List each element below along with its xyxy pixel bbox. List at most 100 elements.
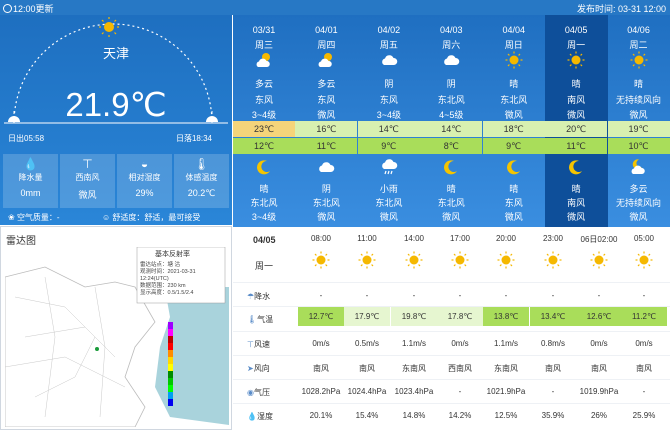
sunrise-time: 日出05:58 bbox=[8, 134, 45, 143]
hourly-humidity-cell: 26% bbox=[590, 411, 607, 420]
forecast-high-temp: 14℃ bbox=[357, 121, 420, 137]
forecast-night-wind-speed: 微风 bbox=[317, 212, 336, 222]
radar-legend-line: 显示高度：0.5/1.5/2.4 bbox=[140, 288, 194, 296]
humidity-label: 💧湿度 bbox=[247, 411, 273, 422]
forecast-day-column[interactable]: 04/06 周二晴无持续风向 微风 19℃ 10℃ 多云 无持续风向 微风 bbox=[607, 15, 670, 227]
tile-value: 20.2℃ bbox=[187, 188, 216, 198]
comfort-icon: ☺ bbox=[102, 213, 113, 222]
hourly-wind-dir-cell: 南风 bbox=[591, 364, 607, 373]
forecast-day-column[interactable]: 04/04 周日晴东北风 微风 18℃ 9℃ 晴东风 微风 bbox=[482, 15, 545, 227]
tile-label: 西南风 bbox=[75, 173, 100, 182]
sun-icon bbox=[405, 251, 423, 269]
hourly-temp-cell: 12.6℃ bbox=[586, 312, 612, 321]
forecast-high-temp: 18℃ bbox=[482, 121, 545, 137]
hourly-weekday: 周一 bbox=[255, 261, 274, 271]
forecast-night-condition: 阴 bbox=[321, 184, 331, 194]
hourly-precip-cell: - bbox=[458, 291, 462, 300]
hourly-temp-cell: 11.2℃ bbox=[632, 312, 656, 321]
sun-icon bbox=[567, 51, 585, 69]
hourly-precip-cell: - bbox=[642, 291, 646, 300]
tile-value: 微风 bbox=[78, 190, 97, 200]
wind-speed-label-text: 风速 bbox=[253, 340, 270, 349]
radar-legend-line: 雷达站点：塘 沽 bbox=[140, 260, 181, 268]
forecast-day-column[interactable]: 03/31 周三 多云 东风 3~4级 23℃ 12℃ 晴东北风 3~4级 bbox=[233, 15, 295, 227]
wind-speed-icon: ⊤ bbox=[247, 340, 254, 349]
forecast-low-temp: 9℃ bbox=[357, 138, 420, 154]
forecast-day-column[interactable]: 04/03 周六阴东北风 4~5级 14℃ 8℃ 晴东北风 微风 bbox=[420, 15, 483, 227]
forecast-day-wind-speed: 微风 bbox=[504, 110, 523, 120]
forecast-day-condition: 晴 bbox=[571, 79, 581, 89]
hourly-wind-speed-cell: 0m/s bbox=[451, 339, 469, 348]
hourly-wind-dir-cell: 南风 bbox=[545, 364, 561, 373]
forecast-weekday: 周三 bbox=[254, 40, 273, 50]
current-temperature: 21.9℃ bbox=[65, 86, 167, 123]
hourly-wind-speed-cell: 0m/s bbox=[635, 339, 653, 348]
hourly-humidity-cell: 35.9% bbox=[541, 411, 565, 420]
forecast-date: 04/04 bbox=[502, 25, 525, 35]
forecast-date: 04/02 bbox=[377, 25, 401, 35]
tile-label: 降水量 bbox=[18, 173, 43, 182]
clock-icon bbox=[3, 4, 12, 13]
forecast-date: 04/05 bbox=[564, 25, 588, 35]
air-quality: ❀ 空气质量：- bbox=[8, 212, 60, 223]
forecast-high-temp: 20℃ bbox=[545, 121, 608, 137]
forecast-night-condition: 晴 bbox=[446, 184, 456, 194]
forecast-day-condition: 晴 bbox=[634, 79, 644, 89]
forecast-night-wind-speed: 3~4级 bbox=[251, 212, 277, 222]
wind-icon: ⊤ bbox=[82, 157, 93, 171]
hourly-pressure-cell: 1023.4hPa bbox=[394, 387, 434, 396]
forecast-day-column[interactable]: 04/02 周五阴东风 3~4级 14℃ 9℃ 小雨 东北风 微风 bbox=[357, 15, 420, 227]
row-divider bbox=[233, 403, 670, 404]
sun-icon bbox=[497, 251, 515, 269]
hourly-times-cell: 23:00 bbox=[542, 234, 564, 243]
rain-icon bbox=[382, 159, 398, 175]
sun-icon bbox=[544, 251, 562, 269]
radar-panel: 雷达图 基本反射率 雷达站点：塘 沽 观测时间：2021-03-31 12:24… bbox=[0, 226, 232, 430]
forecast-weekday: 周六 bbox=[442, 40, 461, 50]
forecast-day-wind-dir: 东北风 bbox=[500, 95, 528, 105]
forecast-day-wind-speed: 3~4级 bbox=[376, 110, 401, 120]
hourly-temp-cell: 19.8℃ bbox=[401, 312, 427, 321]
hourly-precip-cell: - bbox=[412, 291, 416, 300]
forecast-night-wind-dir: 东风 bbox=[504, 198, 523, 208]
radar-map-title: 基本反射率 bbox=[155, 249, 190, 258]
forecast-day-column[interactable]: 04/05 周一晴南风 微风 20℃ 11℃ 晴南风 微风 bbox=[545, 15, 608, 227]
hourly-detail: 04/05 周一 ☂降水 🌡气温 ⊤风速 ➤风向 ◉气压 💧湿度 08:00 11… bbox=[233, 227, 670, 430]
hourly-times-cell: 17:00 bbox=[449, 234, 471, 243]
row-divider bbox=[233, 379, 670, 380]
radar-legend-line: 观测时间：2021-03-31 bbox=[140, 267, 196, 275]
forecast-low-temp: 11℃ bbox=[295, 138, 358, 154]
hourly-wind-speed-cell: 0.5m/s bbox=[354, 339, 379, 348]
forecast-night-wind-dir: 东北风 bbox=[250, 198, 278, 208]
hourly-precip-cell: - bbox=[504, 291, 508, 300]
forecast-day-column[interactable]: 04/01 周四 多云 东风 微风 16℃ 11℃ 阴东北风 微风 bbox=[295, 15, 358, 227]
forecast-night-wind-dir: 南风 bbox=[567, 198, 586, 208]
radar-map[interactable]: 基本反射率 雷达站点：塘 沽 观测时间：2021-03-31 12:24(UTC… bbox=[5, 247, 229, 427]
forecast-day-wind-speed: 4~5级 bbox=[439, 110, 464, 120]
radar-title: 雷达图 bbox=[6, 236, 36, 247]
forecast-night-condition: 晴 bbox=[259, 184, 269, 194]
cloud-icon bbox=[319, 162, 335, 172]
hourly-wind-dir-cell: 东南风 bbox=[402, 364, 426, 373]
forecast-date: 04/06 bbox=[627, 25, 650, 35]
forecast-night-condition: 晴 bbox=[509, 184, 519, 194]
precip-label-text: 降水 bbox=[254, 292, 271, 301]
forecast-low-temp: 8℃ bbox=[420, 138, 483, 154]
partly-cloudy-night-icon bbox=[631, 159, 645, 174]
cloud-icon bbox=[382, 55, 398, 65]
hourly-wind-dir-cell: 西南风 bbox=[448, 364, 472, 373]
hourly-precip-cell: - bbox=[551, 291, 555, 300]
forecast-night-condition: 小雨 bbox=[379, 184, 398, 194]
hourly-times-cell: 11:00 bbox=[357, 234, 377, 243]
row-divider bbox=[233, 282, 670, 283]
current-weather-panel: 天津 21.9℃ 日出05:58 日落18:34 💧 降水量 0mm ⊤ 西南风… bbox=[0, 15, 232, 225]
forecast-day-condition: 阴 bbox=[384, 79, 394, 89]
hourly-pressure-cell: 1028.2hPa bbox=[301, 387, 341, 396]
partly-cloudy-icon bbox=[318, 53, 333, 67]
hourly-wind-speed-cell: 1.1m/s bbox=[401, 339, 426, 348]
forecast-high-temp: 16℃ bbox=[295, 121, 358, 137]
hourly-wind-dir-cell: 南风 bbox=[359, 364, 375, 373]
forecast-low-temp: 12℃ bbox=[233, 138, 295, 154]
sunset-time: 日落18:34 bbox=[175, 134, 212, 143]
hourly-wind-speed-cell: 1.1m/s bbox=[493, 339, 518, 348]
